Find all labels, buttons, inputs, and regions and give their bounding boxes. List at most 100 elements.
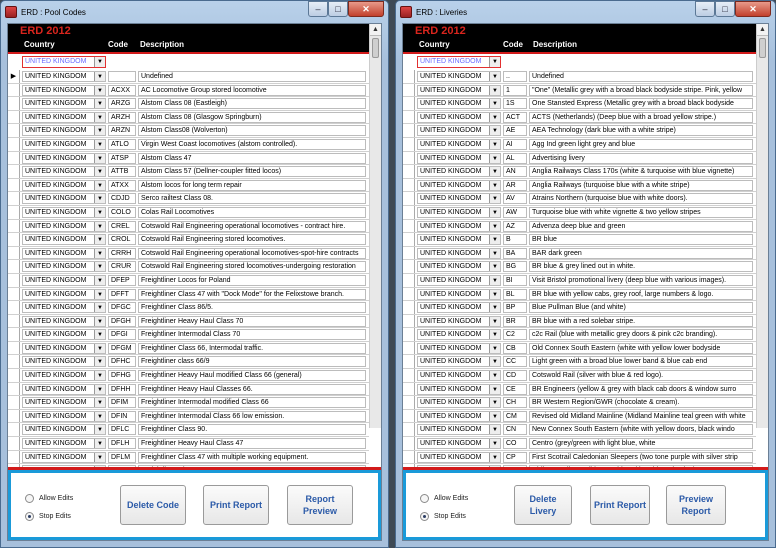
- country-combo[interactable]: UNITED KINGDOM ▼: [417, 383, 501, 395]
- table-row[interactable]: UNITED KINGDOM ▼ ARZG Alstom Class 08 (East…: [8, 97, 369, 111]
- table-row[interactable]: UNITED KINGDOM ▼ DFHC Freightliner class 66…: [8, 355, 369, 370]
- code-field[interactable]: C2: [503, 329, 527, 341]
- code-field[interactable]: ATXX: [108, 179, 136, 191]
- country-combo[interactable]: UNITED KINGDOM ▼: [22, 234, 106, 246]
- code-field[interactable]: AI: [503, 138, 527, 150]
- table-row[interactable]: UNITED KINGDOM ▼ ACXX AC Locomotive Group s…: [8, 83, 369, 98]
- chevron-down-icon[interactable]: ▼: [94, 57, 105, 67]
- country-combo[interactable]: UNITED KINGDOM ▼: [417, 288, 501, 300]
- code-field[interactable]: DFEP: [108, 274, 136, 286]
- table-row[interactable]: UNITED KINGDOM ▼ ATTB Alstom Class 57 (Dell…: [8, 165, 369, 179]
- description-field[interactable]: Freightliner Class 47 with "Dock Mode" f…: [138, 288, 366, 300]
- record-selector[interactable]: [403, 260, 415, 273]
- chevron-down-icon[interactable]: ▼: [94, 221, 105, 231]
- table-row[interactable]: UNITED KINGDOM ▼ DFHG Freightliner Heavy Ha…: [8, 369, 369, 383]
- close-button[interactable]: ✕: [735, 1, 771, 17]
- scroll-thumb[interactable]: [759, 38, 766, 58]
- code-field[interactable]: CRUR: [108, 261, 136, 273]
- record-selector[interactable]: ▶: [8, 70, 20, 83]
- chevron-down-icon[interactable]: ▼: [94, 262, 105, 272]
- code-field[interactable]: CROL: [108, 234, 136, 246]
- description-field[interactable]: Centro (grey/green with light blue, whit…: [529, 438, 753, 450]
- description-field[interactable]: Alstom locos for long term repair: [138, 179, 366, 191]
- delete-code-button[interactable]: Delete Code: [120, 485, 186, 525]
- record-selector[interactable]: [403, 341, 415, 355]
- description-field[interactable]: First Scotrail Caledonian Sleepers (two …: [529, 451, 753, 463]
- description-field[interactable]: Alstom Class08 (Wolverton): [138, 125, 366, 137]
- table-row[interactable]: UNITED KINGDOM ▼ DFIM Freightliner Intermod…: [8, 396, 369, 410]
- code-field[interactable]: CDJD: [108, 193, 136, 205]
- description-field[interactable]: Serco railtest Class 08.: [138, 193, 366, 205]
- description-field[interactable]: BR blue & grey lined out in white.: [529, 261, 753, 273]
- description-field[interactable]: BR blue with yellow cabs, grey roof, lar…: [529, 288, 753, 300]
- description-field[interactable]: Freightliner Intermodal Class 70: [138, 329, 366, 341]
- country-combo[interactable]: UNITED KINGDOM ▼: [417, 179, 501, 191]
- record-selector[interactable]: [8, 273, 20, 287]
- chevron-down-icon[interactable]: ▼: [489, 343, 500, 353]
- table-row[interactable]: UNITED KINGDOM ▼ 1S One Stansted Express (M…: [403, 97, 756, 111]
- stop-edits-radio[interactable]: Stop Edits: [420, 507, 468, 525]
- country-combo[interactable]: UNITED KINGDOM ▼: [22, 152, 106, 164]
- radio-icon[interactable]: [25, 493, 34, 503]
- code-field[interactable]: AN: [503, 166, 527, 178]
- chevron-down-icon[interactable]: ▼: [94, 425, 105, 435]
- description-field[interactable]: Alstom Class 08 (Eastleigh): [138, 98, 366, 110]
- record-selector[interactable]: [403, 314, 415, 328]
- description-field[interactable]: Alstom Class 08 (Glasgow Springburn): [138, 111, 366, 123]
- code-field[interactable]: [108, 71, 136, 82]
- chevron-down-icon[interactable]: ▼: [94, 303, 105, 313]
- allow-edits-radio[interactable]: Allow Edits: [420, 489, 468, 507]
- chevron-down-icon[interactable]: ▼: [489, 112, 500, 122]
- record-selector[interactable]: [403, 83, 415, 97]
- country-combo[interactable]: UNITED KINGDOM ▼: [22, 138, 106, 150]
- code-field[interactable]: AR: [503, 179, 527, 191]
- description-field[interactable]: Anglia Railways (turquoise blue with a w…: [529, 179, 753, 191]
- minimize-button[interactable]: –: [308, 1, 328, 17]
- table-row[interactable]: UNITED KINGDOM ▼ BP Blue Pullman Blue (and …: [403, 301, 756, 315]
- table-row[interactable]: UNITED KINGDOM ▼ COLO Colas Rail Locomotive…: [8, 205, 369, 220]
- country-filter-combo[interactable]: UNITED KINGDOM ▼: [417, 56, 501, 68]
- radio-selected-icon[interactable]: [25, 511, 34, 521]
- chevron-down-icon[interactable]: ▼: [489, 371, 500, 381]
- description-field[interactable]: Freightliner Heavy Haul Classes 66.: [138, 383, 366, 395]
- record-selector[interactable]: [8, 137, 20, 151]
- table-row[interactable]: UNITED KINGDOM ▼ CDJD Serco railtest Class …: [8, 192, 369, 206]
- record-selector[interactable]: [8, 260, 20, 273]
- description-field[interactable]: Cotswold Rail Engineering stored locomot…: [138, 234, 366, 246]
- chevron-down-icon[interactable]: ▼: [94, 439, 105, 449]
- chevron-down-icon[interactable]: ▼: [489, 384, 500, 394]
- description-field[interactable]: Alstom Class 47: [138, 152, 366, 164]
- chevron-down-icon[interactable]: ▼: [94, 275, 105, 285]
- country-combo[interactable]: UNITED KINGDOM ▼: [22, 370, 106, 382]
- table-row[interactable]: UNITED KINGDOM ▼ BA BAR dark green: [403, 246, 756, 261]
- country-combo[interactable]: UNITED KINGDOM ▼: [417, 71, 501, 82]
- country-combo[interactable]: UNITED KINGDOM ▼: [417, 315, 501, 327]
- description-field[interactable]: Freightliner Class 66, Intermodal traffi…: [138, 342, 366, 354]
- country-combo[interactable]: UNITED KINGDOM ▼: [22, 261, 106, 273]
- country-combo[interactable]: UNITED KINGDOM ▼: [22, 274, 106, 286]
- country-filter-combo[interactable]: UNITED KINGDOM ▼: [22, 56, 106, 68]
- chevron-down-icon[interactable]: ▼: [489, 275, 500, 285]
- vertical-scrollbar[interactable]: ▲: [369, 24, 381, 428]
- chevron-down-icon[interactable]: ▼: [489, 180, 500, 190]
- code-field[interactable]: AW: [503, 206, 527, 218]
- country-combo[interactable]: UNITED KINGDOM ▼: [22, 397, 106, 409]
- chevron-down-icon[interactable]: ▼: [94, 207, 105, 217]
- country-combo[interactable]: UNITED KINGDOM ▼: [22, 206, 106, 218]
- description-field[interactable]: Light green with a broad blue lower band…: [529, 356, 753, 368]
- country-combo[interactable]: UNITED KINGDOM ▼: [22, 288, 106, 300]
- chevron-down-icon[interactable]: ▼: [489, 316, 500, 326]
- description-field[interactable]: Virgin West Coast locomotives (alstom co…: [138, 138, 366, 150]
- table-row[interactable]: UNITED KINGDOM ▼ AI Agg Ind green light gre…: [403, 137, 756, 152]
- description-field[interactable]: One Stansted Express (Metallic grey with…: [529, 98, 753, 110]
- record-selector[interactable]: [8, 151, 20, 165]
- country-combo[interactable]: UNITED KINGDOM ▼: [417, 234, 501, 246]
- chevron-down-icon[interactable]: ▼: [94, 452, 105, 462]
- code-field[interactable]: DFGC: [108, 302, 136, 314]
- country-combo[interactable]: UNITED KINGDOM ▼: [417, 302, 501, 314]
- record-selector[interactable]: [403, 450, 415, 464]
- chevron-down-icon[interactable]: ▼: [489, 452, 500, 462]
- description-field[interactable]: c2c Rail (blue with metallic grey doors …: [529, 329, 753, 341]
- description-field[interactable]: ACTS (Netherlands) (Deep blue with a bro…: [529, 111, 753, 123]
- description-field[interactable]: Freightliner Intermodal Class 66 low emi…: [138, 410, 366, 422]
